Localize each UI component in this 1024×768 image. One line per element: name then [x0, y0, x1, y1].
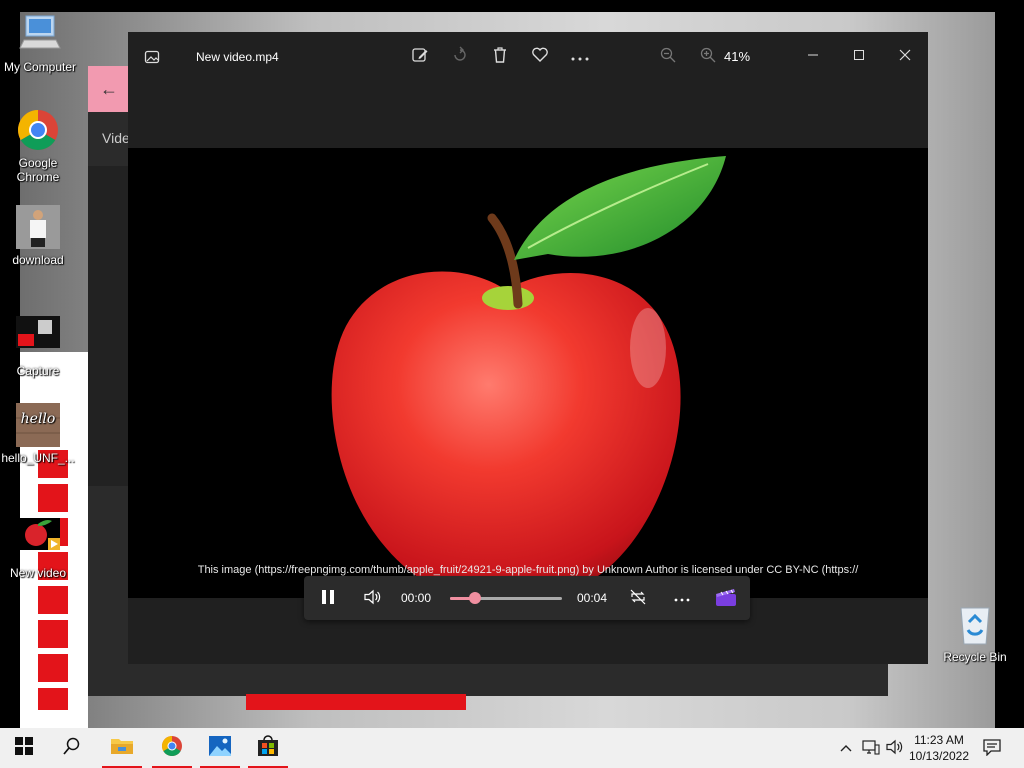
store-icon [257, 734, 279, 762]
current-time: 00:00 [400, 591, 432, 605]
close-button[interactable] [882, 40, 928, 72]
more-options-button[interactable] [666, 576, 698, 620]
favorite-button[interactable] [526, 44, 554, 70]
volume-button[interactable] [356, 576, 388, 620]
zoom-out-button[interactable] [654, 44, 682, 70]
desktop-icon-label: download [12, 253, 64, 267]
image-file-icon: hello [16, 403, 60, 447]
background-panel [88, 166, 128, 486]
zoom-out-icon [660, 47, 676, 67]
close-icon [899, 48, 911, 64]
zoom-in-button[interactable] [694, 44, 722, 70]
desktop-icon-recycle-bin[interactable]: Recycle Bin [937, 602, 1013, 664]
desktop-icon-label: Google Chrome [16, 156, 60, 184]
zoom-level[interactable]: 41% [724, 49, 750, 64]
notification-icon [983, 738, 1001, 759]
back-button[interactable]: ← [88, 66, 130, 112]
desktop-icon-new-video[interactable]: New video [0, 518, 76, 580]
image-attribution-caption: This image (https://freepngimg.com/thumb… [197, 564, 859, 576]
photos-app-icon[interactable] [138, 44, 166, 70]
chrome-icon [161, 735, 183, 762]
taskbar-photos[interactable] [196, 728, 244, 768]
start-button[interactable] [0, 728, 48, 768]
edit-button[interactable] [406, 44, 434, 70]
heart-icon [531, 47, 549, 67]
background-red-bar [246, 694, 466, 710]
delete-icon [492, 46, 508, 68]
windows-start-icon [15, 736, 33, 760]
chrome-icon [16, 108, 60, 152]
edit-icon [411, 46, 429, 68]
more-icon [570, 49, 590, 66]
maximize-icon [853, 48, 865, 64]
seek-bar[interactable] [450, 592, 562, 604]
rotate-icon [451, 46, 469, 68]
more-icon [674, 591, 690, 605]
photos-icon [209, 735, 231, 761]
network-icon [862, 739, 880, 758]
desktop-icon-label: hello_UNF_... [1, 451, 75, 465]
taskbar-file-explorer[interactable] [98, 728, 146, 768]
minimize-icon [807, 48, 819, 64]
taskbar-chrome[interactable] [148, 728, 196, 768]
clock-time: 11:23 AM [914, 733, 964, 747]
background-window-label: Vide [102, 130, 130, 146]
image-file-icon [16, 316, 60, 360]
computer-icon [18, 12, 62, 56]
network-button[interactable] [860, 728, 882, 768]
minimize-button[interactable] [790, 40, 836, 72]
photos-title-bar: New video.mp4 41% [128, 32, 928, 82]
taskbar-clock[interactable]: 11:23 AM 10/13/2022 [900, 732, 978, 764]
rotate-button[interactable] [446, 44, 474, 70]
maximize-button[interactable] [836, 40, 882, 72]
show-hidden-icons-button[interactable] [836, 728, 856, 768]
photos-app-window: New video.mp4 41% This image (https://fr… [128, 32, 928, 664]
search-icon [63, 737, 81, 760]
action-center-button[interactable] [980, 728, 1004, 768]
desktop-icon-hello[interactable]: hello hello_UNF_... [0, 403, 76, 465]
svg-text:hello: hello [21, 411, 56, 427]
video-file-icon [16, 518, 60, 562]
pause-button[interactable] [312, 576, 344, 620]
apple-video-frame [331, 156, 726, 596]
repeat-off-button[interactable] [622, 576, 654, 620]
more-button[interactable] [566, 44, 594, 70]
repeat-off-icon [629, 589, 647, 608]
chevron-up-icon [840, 741, 852, 755]
back-arrow-icon: ← [100, 79, 118, 99]
desktop-icon-capture[interactable]: Capture [0, 316, 76, 378]
taskbar-search-button[interactable] [48, 728, 96, 768]
volume-icon [363, 589, 381, 608]
clock-date: 10/13/2022 [908, 749, 970, 763]
desktop-icon-google-chrome[interactable]: Google Chrome [0, 108, 76, 184]
video-editor-button[interactable] [708, 576, 744, 620]
seek-thumb[interactable] [468, 592, 481, 604]
desktop-icon-label: Capture [16, 364, 60, 378]
duration: 00:04 [576, 591, 608, 605]
taskbar-store[interactable] [244, 728, 292, 768]
desktop-icon-label: Recycle Bin [943, 650, 1007, 664]
desktop-icon-label: New video [9, 566, 67, 580]
zoom-in-icon [700, 47, 716, 67]
desktop-icon-my-computer[interactable]: My Computer [2, 12, 78, 74]
media-controls: 00:00 00:04 [304, 576, 750, 620]
recycle-bin-icon [953, 602, 997, 646]
file-explorer-icon [110, 736, 134, 761]
taskbar: 11:23 AM 10/13/2022 [0, 728, 1024, 768]
pause-icon [321, 589, 335, 608]
delete-button[interactable] [486, 44, 514, 70]
desktop-icon-label: My Computer [3, 60, 77, 74]
clapperboard-icon [715, 587, 737, 610]
video-stage[interactable] [128, 148, 928, 598]
image-file-icon [16, 205, 60, 249]
file-title: New video.mp4 [196, 50, 279, 64]
background-red-strip [38, 450, 68, 710]
desktop-icon-download[interactable]: download [0, 205, 76, 267]
